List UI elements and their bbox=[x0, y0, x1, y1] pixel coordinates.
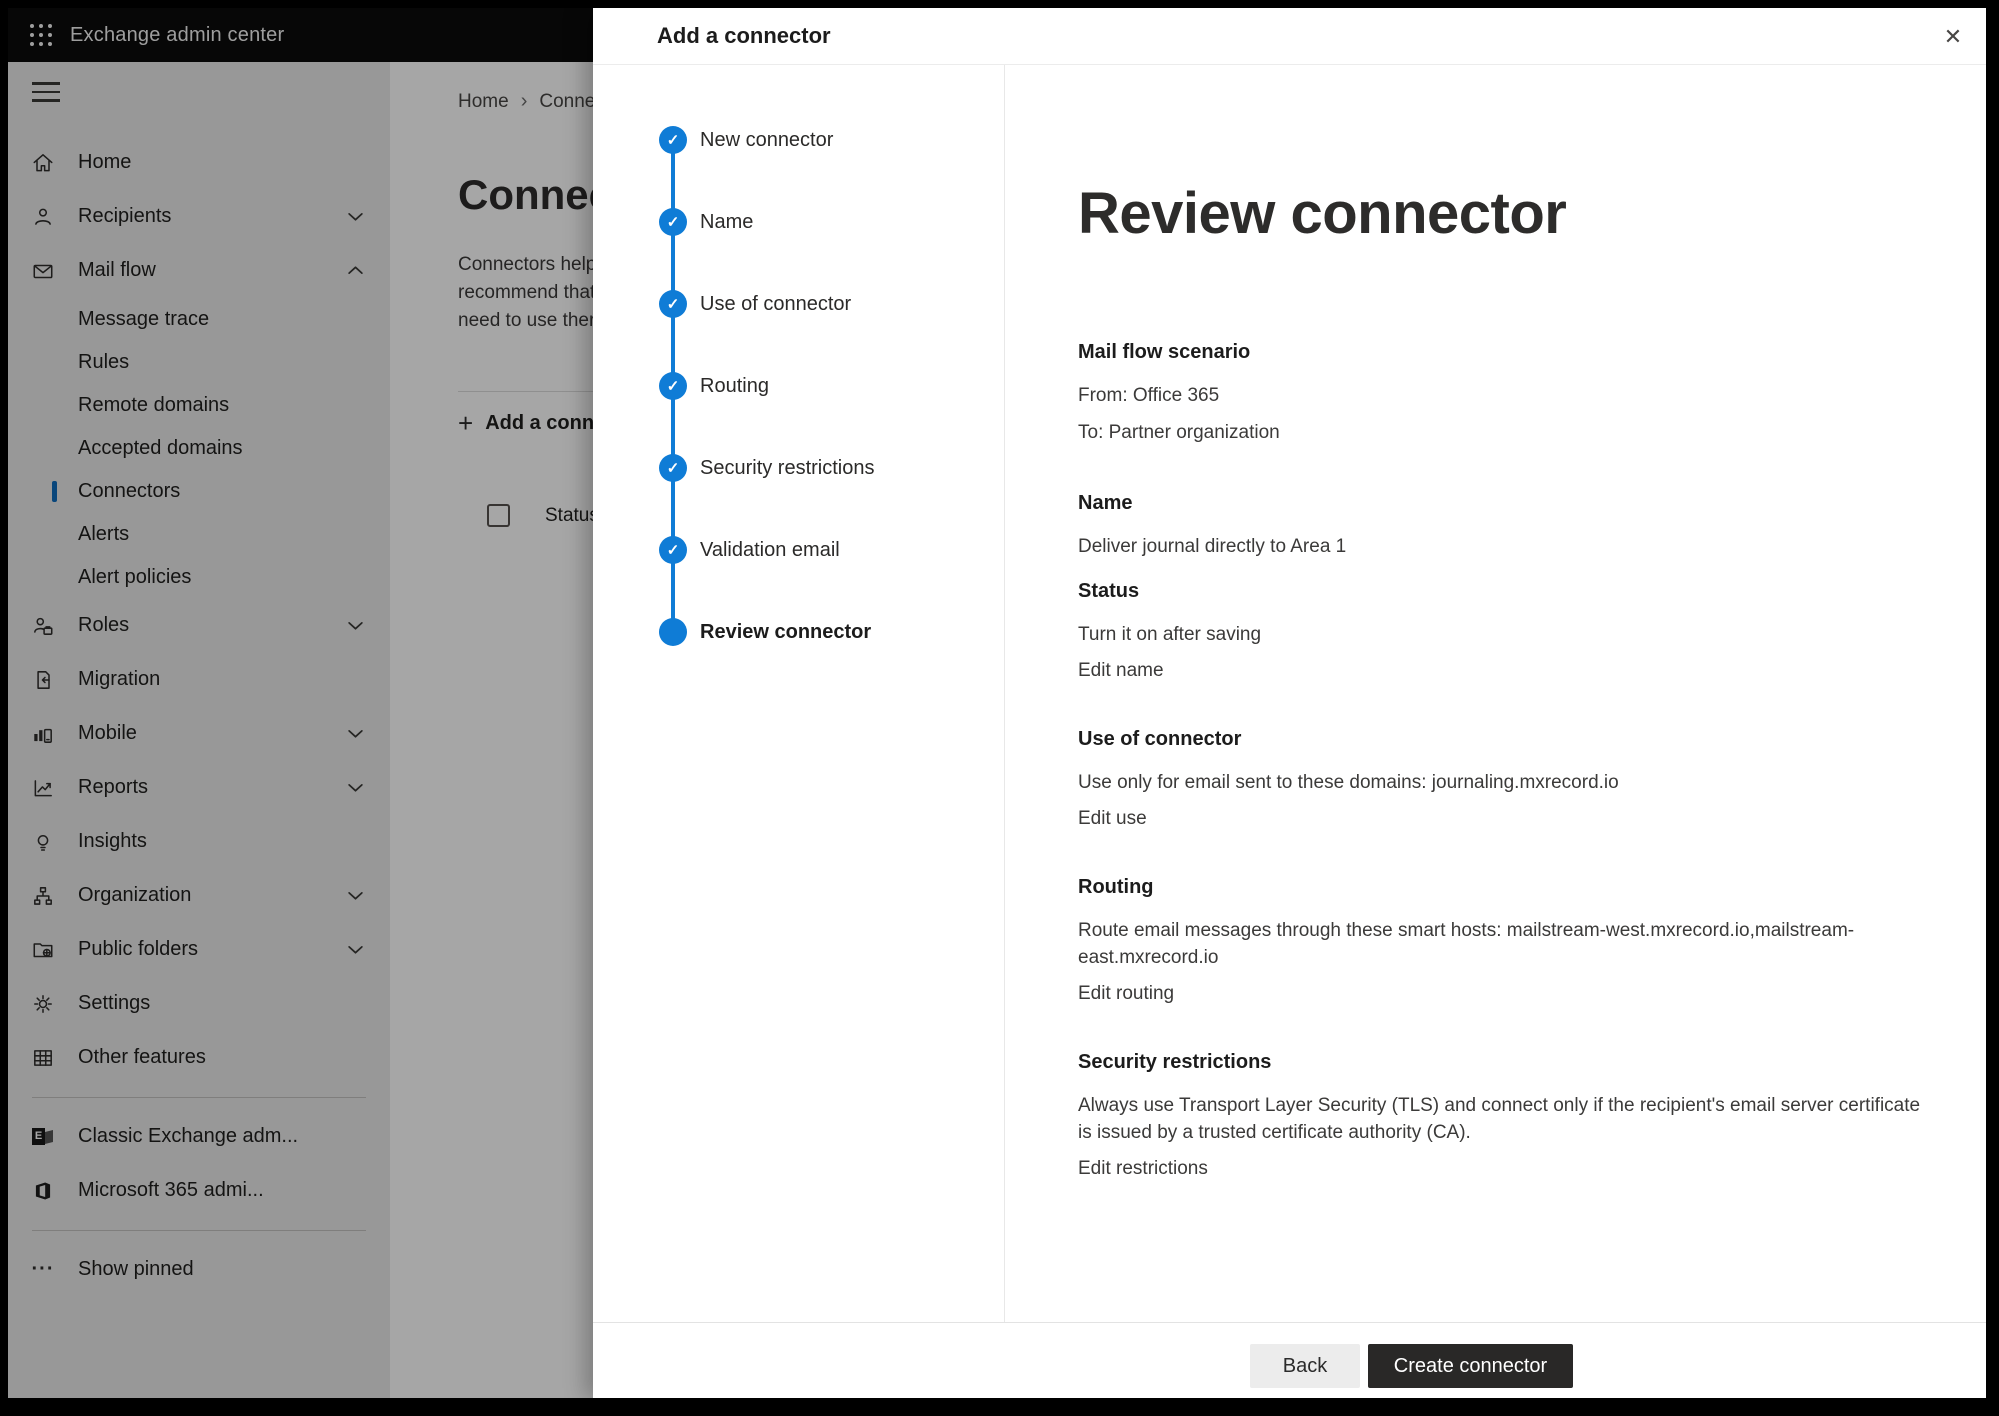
edit-name-link[interactable]: Edit name bbox=[1078, 660, 1164, 682]
wizard-step-new-connector[interactable]: ✓ New connector bbox=[593, 118, 1004, 162]
review-section-status: Status Turn it on after saving Edit name bbox=[1078, 580, 1938, 682]
wizard-step-name[interactable]: ✓ Name bbox=[593, 200, 1004, 244]
create-connector-button[interactable]: Create connector bbox=[1368, 1344, 1573, 1388]
section-title: Mail flow scenario bbox=[1078, 341, 1938, 364]
step-current-dot bbox=[659, 618, 687, 646]
close-icon[interactable]: ✕ bbox=[1938, 22, 1968, 52]
wizard-steps: ✓ New connector ✓ Name ✓ Use of connector ✓ Rou… bbox=[593, 65, 1005, 1322]
back-button[interactable]: Back bbox=[1250, 1344, 1360, 1388]
wizard-step-routing[interactable]: ✓ Routing bbox=[593, 364, 1004, 408]
screen: Exchange admin center HomeRecipientsMail… bbox=[8, 8, 1986, 1398]
dialog-header: Add a connector ✕ bbox=[593, 8, 1986, 65]
review-section-routing: Routing Route email messages through thes… bbox=[1078, 876, 1938, 1005]
wizard-step-review-connector[interactable]: Review connector bbox=[593, 610, 1004, 654]
review-content: Review connector Mail flow scenario From:… bbox=[1006, 65, 1986, 1322]
review-section-use-of-connector: Use of connector Use only for email sent … bbox=[1078, 728, 1938, 830]
section-title: Status bbox=[1078, 580, 1938, 603]
step-label: Validation email bbox=[700, 539, 840, 562]
review-section-name: Name Deliver journal directly to Area 1 bbox=[1078, 492, 1938, 560]
edit-routing-link[interactable]: Edit routing bbox=[1078, 983, 1174, 1005]
review-section-mail-flow-scenario: Mail flow scenario From: Office 365 To: Pa… bbox=[1078, 341, 1938, 446]
check-icon: ✓ bbox=[659, 372, 687, 400]
step-label: Use of connector bbox=[700, 293, 851, 316]
step-label: Routing bbox=[700, 375, 769, 398]
wizard-step-security-restrictions[interactable]: ✓ Security restrictions bbox=[593, 446, 1004, 490]
section-text: Always use Transport Layer Security (TLS… bbox=[1078, 1092, 1928, 1146]
edit-use-link[interactable]: Edit use bbox=[1078, 808, 1147, 830]
section-title: Use of connector bbox=[1078, 728, 1938, 751]
check-icon: ✓ bbox=[659, 454, 687, 482]
step-label: New connector bbox=[700, 129, 833, 152]
step-label: Security restrictions bbox=[700, 457, 875, 480]
section-text: Turn it on after saving bbox=[1078, 621, 1928, 648]
step-label: Review connector bbox=[700, 621, 871, 644]
review-sections: Mail flow scenario From: Office 365 To: Pa… bbox=[1078, 341, 1946, 1180]
wizard-step-use-of-connector[interactable]: ✓ Use of connector bbox=[593, 282, 1004, 326]
check-icon: ✓ bbox=[659, 536, 687, 564]
add-connector-dialog: Add a connector ✕ ✓ New connector ✓ Name ✓ Us… bbox=[593, 8, 1986, 1398]
section-text: To: Partner organization bbox=[1078, 419, 1928, 446]
dialog-footer: Back Create connector bbox=[593, 1322, 1986, 1398]
check-icon: ✓ bbox=[659, 208, 687, 236]
check-icon: ✓ bbox=[659, 290, 687, 318]
section-text: From: Office 365 bbox=[1078, 382, 1928, 409]
section-title: Routing bbox=[1078, 876, 1938, 899]
review-heading: Review connector bbox=[1078, 183, 1946, 245]
edit-restrictions-link[interactable]: Edit restrictions bbox=[1078, 1158, 1208, 1180]
section-text: Use only for email sent to these domains… bbox=[1078, 769, 1928, 796]
section-text: Route email messages through these smart… bbox=[1078, 917, 1928, 971]
section-text: Deliver journal directly to Area 1 bbox=[1078, 533, 1928, 560]
dialog-title: Add a connector bbox=[657, 23, 831, 49]
section-title: Name bbox=[1078, 492, 1938, 515]
step-label: Name bbox=[700, 211, 753, 234]
wizard-step-validation-email[interactable]: ✓ Validation email bbox=[593, 528, 1004, 572]
section-title: Security restrictions bbox=[1078, 1051, 1938, 1074]
review-section-security-restrictions: Security restrictions Always use Transpor… bbox=[1078, 1051, 1938, 1180]
check-icon: ✓ bbox=[659, 126, 687, 154]
